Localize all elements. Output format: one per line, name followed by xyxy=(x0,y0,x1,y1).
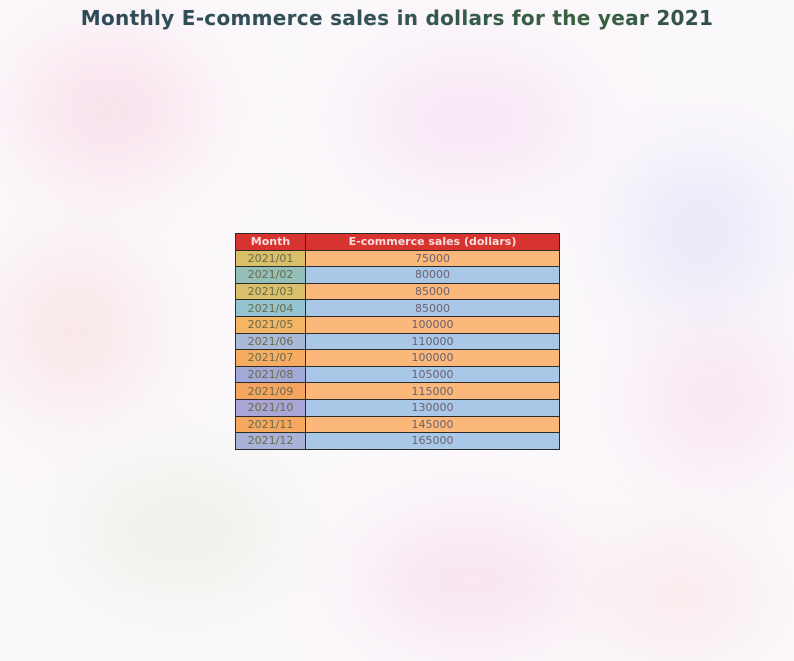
month-cell: 2021/12 xyxy=(235,432,306,450)
sales-value-cell: 105000 xyxy=(305,365,560,384)
sales-value-cell: 75000 xyxy=(305,249,560,268)
month-cell: 2021/03 xyxy=(235,282,306,301)
table-row: 2021/05 100000 xyxy=(235,315,560,334)
sales-value-cell: 145000 xyxy=(305,415,560,434)
sales-value-cell: 165000 xyxy=(305,432,560,450)
month-cell: 2021/01 xyxy=(235,249,306,268)
background-blob xyxy=(640,330,790,470)
sales-value-cell: 80000 xyxy=(305,266,560,284)
month-cell: 2021/06 xyxy=(235,332,306,351)
month-cell: 2021/11 xyxy=(235,415,306,434)
table-row: 2021/08 105000 xyxy=(235,365,560,384)
sales-value-cell: 85000 xyxy=(305,299,560,317)
column-header-sales: E-commerce sales (dollars) xyxy=(305,233,560,251)
background-blob xyxy=(620,150,780,310)
table-row: 2021/10 130000 xyxy=(235,398,560,417)
table-row: 2021/04 85000 xyxy=(235,299,560,317)
table-row: 2021/03 85000 xyxy=(235,282,560,301)
month-cell: 2021/07 xyxy=(235,349,306,367)
sales-value-cell: 115000 xyxy=(305,382,560,400)
sales-value-cell: 85000 xyxy=(305,282,560,301)
background-blob xyxy=(360,520,580,640)
background-blob xyxy=(80,470,280,590)
background-blob xyxy=(20,40,200,180)
sales-value-cell: 110000 xyxy=(305,332,560,351)
month-cell: 2021/09 xyxy=(235,382,306,400)
table-row: 2021/07 100000 xyxy=(235,349,560,367)
month-cell: 2021/04 xyxy=(235,299,306,317)
table-row: 2021/02 80000 xyxy=(235,266,560,284)
month-cell: 2021/02 xyxy=(235,266,306,284)
table-row: 2021/11 145000 xyxy=(235,415,560,434)
background-blob xyxy=(0,250,150,410)
background-blob xyxy=(600,540,760,650)
month-cell: 2021/10 xyxy=(235,398,306,417)
chart-title: Monthly E-commerce sales in dollars for … xyxy=(0,6,794,30)
month-cell: 2021/08 xyxy=(235,365,306,384)
table-row: 2021/06 110000 xyxy=(235,332,560,351)
table-header-row: Month E-commerce sales (dollars) xyxy=(235,233,560,251)
table-body: 2021/01 75000 2021/02 80000 2021/03 85000 2021… xyxy=(235,249,560,450)
sales-value-cell: 130000 xyxy=(305,398,560,417)
column-header-month: Month xyxy=(235,233,306,251)
table-row: 2021/01 75000 xyxy=(235,249,560,268)
background-blob xyxy=(360,60,580,180)
sales-value-cell: 100000 xyxy=(305,315,560,334)
sales-table: Month E-commerce sales (dollars) 2021/01… xyxy=(235,233,560,450)
sales-value-cell: 100000 xyxy=(305,349,560,367)
month-cell: 2021/05 xyxy=(235,315,306,334)
table-row: 2021/09 115000 xyxy=(235,382,560,400)
table-row: 2021/12 165000 xyxy=(235,432,560,450)
